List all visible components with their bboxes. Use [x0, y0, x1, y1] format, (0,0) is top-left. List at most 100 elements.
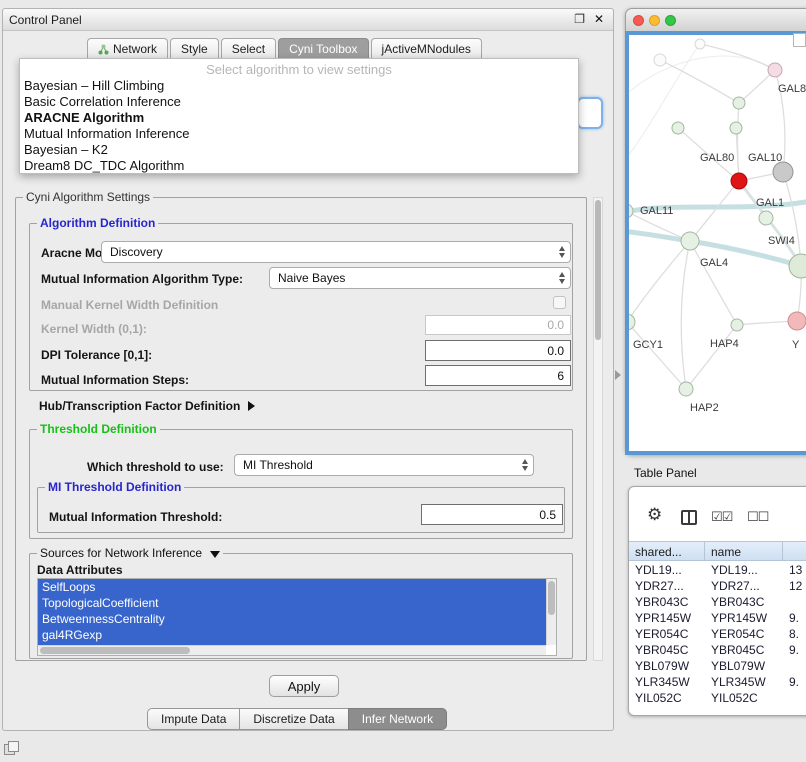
network-window-titlebar[interactable]	[625, 8, 806, 31]
table-cell: YDR27...	[629, 579, 705, 593]
panel-dock-icon[interactable]	[4, 741, 18, 754]
network-node[interactable]	[672, 122, 684, 134]
data-attribute-item[interactable]: gal4RGexp	[38, 627, 546, 643]
data-attribute-item[interactable]: TopologicalCoefficient	[38, 595, 546, 611]
tab-label: Cyni Toolbox	[289, 42, 357, 56]
network-node[interactable]	[679, 382, 693, 396]
column-selector-icon[interactable]	[681, 510, 697, 525]
splitter-arrow[interactable]	[615, 370, 621, 380]
column-header[interactable]	[783, 542, 806, 560]
table-row[interactable]: YBR045CYBR045C9.	[629, 642, 806, 658]
network-node[interactable]	[654, 54, 666, 66]
tab-jactivemnodules[interactable]: jActiveMNodules	[371, 38, 482, 59]
tab-label: Infer Network	[362, 712, 433, 726]
algorithm-option[interactable]: Bayesian – K2	[20, 142, 578, 158]
table-row[interactable]: YBR043CYBR043C	[629, 594, 806, 610]
table-row[interactable]: YBL079WYBL079W	[629, 658, 806, 674]
network-canvas[interactable]: GAL8 GAL80 GAL10 GAL11 GAL1 SWI4 GAL4 GC…	[625, 31, 806, 455]
panel-title: Control Panel	[9, 13, 82, 27]
close-traffic-light[interactable]	[633, 15, 644, 26]
data-attribute-item[interactable]: BetweennessCentrality	[38, 611, 546, 627]
scrollbar-thumb[interactable]	[40, 647, 190, 654]
table-cell: YBR043C	[629, 595, 705, 609]
algorithm-option[interactable]: ARACNE Algorithm	[20, 110, 578, 126]
close-icon[interactable]: ✕	[594, 12, 604, 26]
control-panel-titlebar[interactable]: Control Panel ❐ ✕	[3, 9, 613, 31]
table-cell: YER054C	[629, 627, 705, 641]
tab-style[interactable]: Style	[170, 38, 219, 59]
settings-scrollbar[interactable]	[593, 197, 603, 661]
algorithm-option[interactable]: Mutual Information Inference	[20, 126, 578, 142]
deselect-all-rows-icon[interactable]: ☐☐	[747, 509, 768, 525]
tab-infer-network[interactable]: Infer Network	[348, 708, 447, 730]
mi-steps-field[interactable]: 6	[425, 365, 571, 386]
table-row[interactable]: YDL19...YDL19...13	[629, 562, 806, 578]
algorithm-option[interactable]: Basic Correlation Inference	[20, 94, 578, 110]
algorithm-dropdown: Select algorithm to view settings Bayesi…	[19, 58, 579, 174]
sources-toggle[interactable]: Sources for Network Inference	[37, 546, 223, 560]
algorithm-option[interactable]: Bayesian – Hill Climbing	[20, 78, 578, 94]
stepper-arrows-icon	[559, 272, 565, 284]
network-node[interactable]	[733, 97, 745, 109]
field-value: 0.5	[539, 508, 556, 522]
minimize-traffic-light[interactable]	[649, 15, 660, 26]
tab-select[interactable]: Select	[221, 38, 276, 59]
which-threshold-combo[interactable]: MI Threshold	[234, 454, 534, 476]
apply-button-label: Apply	[288, 679, 321, 694]
network-edge	[629, 56, 775, 99]
table-row[interactable]: YPR145WYPR145W9.	[629, 610, 806, 626]
column-header[interactable]: name	[705, 542, 783, 560]
tab-impute-data[interactable]: Impute Data	[147, 708, 240, 730]
table-panel-title: Table Panel	[634, 466, 697, 480]
network-node[interactable]	[681, 232, 699, 250]
mi-threshold-label: Mutual Information Threshold:	[49, 510, 222, 524]
data-attribute-item[interactable]: SelfLoops	[38, 579, 546, 595]
mi-threshold-field[interactable]: 0.5	[421, 504, 563, 525]
tab-label: Select	[232, 42, 265, 56]
algorithm-dropdown-list: Bayesian – Hill ClimbingBasic Correlatio…	[20, 78, 578, 174]
scrollbar-thumb[interactable]	[548, 581, 555, 615]
which-threshold-label: Which threshold to use:	[87, 460, 224, 474]
list-vertical-scrollbar[interactable]	[546, 579, 556, 645]
data-attributes-list[interactable]: SelfLoopsTopologicalCoefficientBetweenne…	[37, 578, 557, 656]
mi-type-combo[interactable]: Naive Bayes	[269, 267, 571, 289]
network-node-label: GAL80	[700, 152, 734, 164]
table-row[interactable]: YER054CYER054C8.	[629, 626, 806, 642]
network-node[interactable]	[759, 211, 773, 225]
dpi-tolerance-field[interactable]: 0.0	[425, 340, 571, 361]
network-node[interactable]	[768, 63, 782, 77]
algorithm-option[interactable]: Dream8 DC_TDC Algorithm	[20, 158, 578, 174]
network-node[interactable]	[731, 319, 743, 331]
network-tab-icon	[98, 44, 109, 55]
hub-definition-label: Hub/Transcription Factor Definition	[39, 399, 240, 413]
network-node[interactable]	[789, 254, 806, 278]
float-window-icon[interactable]: ❐	[574, 12, 585, 26]
column-header[interactable]: shared...	[629, 542, 705, 560]
table-row[interactable]: YLR345WYLR345W9.	[629, 674, 806, 690]
aracne-mode-combo[interactable]: Discovery	[101, 241, 571, 263]
zoom-traffic-light[interactable]	[665, 15, 676, 26]
algorithm-refresh-button-fragment[interactable]	[577, 97, 603, 129]
select-all-rows-icon[interactable]: ☑☑	[711, 509, 732, 525]
scrollbar-thumb[interactable]	[595, 200, 601, 340]
network-node[interactable]	[773, 162, 793, 182]
apply-button[interactable]: Apply	[269, 675, 339, 697]
table-row[interactable]: YIL052CYIL052C	[629, 690, 806, 706]
network-node[interactable]	[629, 204, 633, 218]
hub-definition-toggle[interactable]: Hub/Transcription Factor Definition	[39, 399, 255, 413]
network-node[interactable]	[695, 39, 705, 49]
network-node[interactable]	[629, 314, 635, 330]
tab-discretize-data[interactable]: Discretize Data	[239, 708, 348, 730]
network-node-label: SWI4	[768, 235, 795, 247]
tab-cyni-toolbox[interactable]: Cyni Toolbox	[278, 38, 368, 59]
gear-icon[interactable]: ⚙	[647, 505, 662, 525]
network-node[interactable]	[730, 122, 742, 134]
list-horizontal-scrollbar[interactable]	[38, 645, 546, 655]
bottom-tab-group: Impute Data Discretize Data Infer Networ…	[147, 708, 447, 730]
network-node[interactable]	[788, 312, 806, 330]
network-node[interactable]	[731, 173, 747, 189]
birdseye-button[interactable]	[793, 33, 806, 47]
table-row[interactable]: YDR27...YDR27...12	[629, 578, 806, 594]
table-cell: YLR345W	[629, 675, 705, 689]
tab-network[interactable]: Network	[87, 38, 168, 59]
